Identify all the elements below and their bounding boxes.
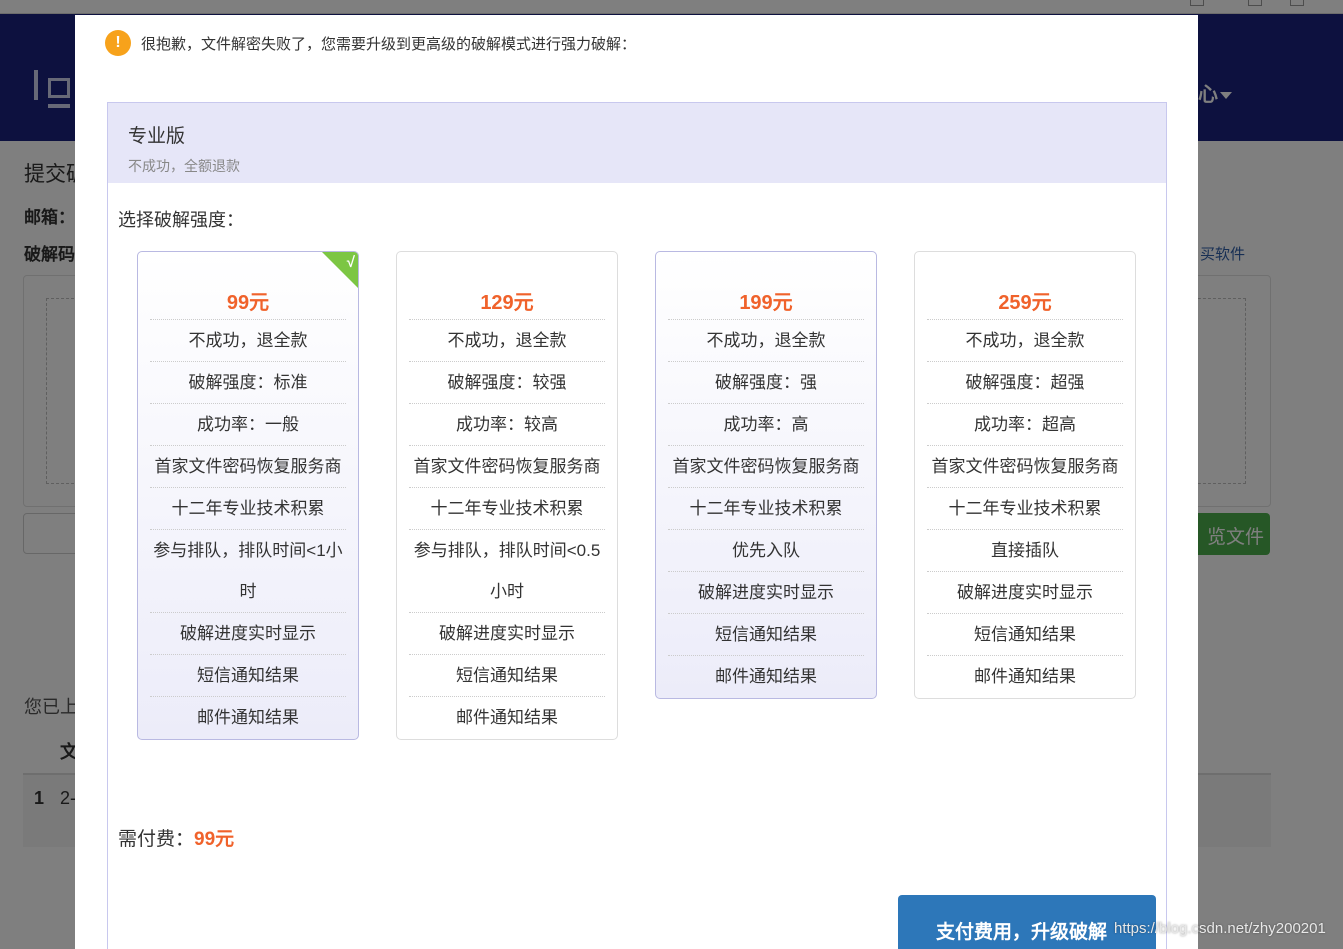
checkmark-icon: √ xyxy=(346,254,355,271)
plan-feature: 成功率：一般 xyxy=(150,404,346,446)
plan-feature: 十二年专业技术积累 xyxy=(927,488,1123,530)
plan-feature: 破解进度实时显示 xyxy=(668,572,864,614)
plan-feature: 十二年专业技术积累 xyxy=(409,488,605,530)
plan-feature: 破解进度实时显示 xyxy=(409,613,605,655)
watermark-text: https://blog.csdn.net/zhy200201 xyxy=(1114,920,1326,937)
plan-feature: 邮件通知结果 xyxy=(197,708,299,727)
plan-feature: 不成功，退全款 xyxy=(409,320,605,362)
plan-feature: 短信通知结果 xyxy=(927,614,1123,656)
payment-summary: 需付费：99元 xyxy=(118,824,234,851)
plan-card-259[interactable]: 259元 不成功，退全款 破解强度：超强 成功率：超高 首家文件密码恢复服务商 … xyxy=(914,251,1136,699)
plan-price: 199元 xyxy=(668,252,864,320)
panel-subtitle: 不成功，全额退款 xyxy=(128,158,240,174)
upgrade-modal: ! 很抱歉，文件解密失败了，您需要升级到更高级的破解模式进行强力破解： 专业版 … xyxy=(75,15,1198,949)
plan-feature: 短信通知结果 xyxy=(150,655,346,697)
plan-feature: 参与排队，排队时间<1小时 xyxy=(150,530,346,613)
plan-feature: 破解强度：较强 xyxy=(409,362,605,404)
plan-feature: 优先入队 xyxy=(668,530,864,572)
plan-feature: 短信通知结果 xyxy=(668,614,864,656)
plan-feature: 直接插队 xyxy=(927,530,1123,572)
notice-text: 很抱歉，文件解密失败了，您需要升级到更高级的破解模式进行强力破解： xyxy=(141,35,637,53)
plan-feature: 首家文件密码恢复服务商 xyxy=(150,446,346,488)
plan-card-99[interactable]: √ 99元 不成功，退全款 破解强度：标准 成功率：一般 首家文件密码恢复服务商… xyxy=(137,251,359,740)
plan-feature: 首家文件密码恢复服务商 xyxy=(668,446,864,488)
panel-header: 专业版 不成功，全额退款 xyxy=(108,103,1166,183)
warning-icon: ! xyxy=(105,30,131,56)
plan-feature: 首家文件密码恢复服务商 xyxy=(927,446,1123,488)
plan-feature: 邮件通知结果 xyxy=(974,667,1076,686)
plan-feature: 破解强度：标准 xyxy=(150,362,346,404)
plan-feature: 不成功，退全款 xyxy=(150,320,346,362)
pay-amount: 99元 xyxy=(194,829,235,850)
failure-notice: ! 很抱歉，文件解密失败了，您需要升级到更高级的破解模式进行强力破解： xyxy=(105,30,636,56)
plan-feature: 破解强度：强 xyxy=(668,362,864,404)
plan-feature: 破解进度实时显示 xyxy=(150,613,346,655)
pro-edition-panel: 专业版 不成功，全额退款 选择破解强度： √ 99元 不成功，退全款 破解强度：… xyxy=(107,102,1167,949)
plan-feature: 短信通知结果 xyxy=(409,655,605,697)
plan-price: 129元 xyxy=(409,252,605,320)
plan-feature: 成功率：较高 xyxy=(409,404,605,446)
plan-feature: 成功率：高 xyxy=(668,404,864,446)
plan-feature: 不成功，退全款 xyxy=(668,320,864,362)
plan-price: 259元 xyxy=(927,252,1123,320)
plan-feature: 邮件通知结果 xyxy=(456,708,558,727)
plan-price: 99元 xyxy=(150,252,346,320)
plan-feature: 邮件通知结果 xyxy=(715,667,817,686)
pay-label: 需付费： xyxy=(118,829,195,850)
plan-feature: 成功率：超高 xyxy=(927,404,1123,446)
plan-feature: 十二年专业技术积累 xyxy=(668,488,864,530)
plan-feature: 参与排队，排队时间<0.5小时 xyxy=(409,530,605,613)
plan-card-199[interactable]: 199元 不成功，退全款 破解强度：强 成功率：高 首家文件密码恢复服务商 十二… xyxy=(655,251,877,699)
plan-feature: 首家文件密码恢复服务商 xyxy=(409,446,605,488)
choose-strength-label: 选择破解强度： xyxy=(118,210,244,230)
plan-card-129[interactable]: 129元 不成功，退全款 破解强度：较强 成功率：较高 首家文件密码恢复服务商 … xyxy=(396,251,618,740)
plan-feature: 不成功，退全款 xyxy=(927,320,1123,362)
panel-title: 专业版 xyxy=(128,126,186,147)
plan-feature: 破解进度实时显示 xyxy=(927,572,1123,614)
plan-feature: 破解强度：超强 xyxy=(927,362,1123,404)
plan-feature: 十二年专业技术积累 xyxy=(150,488,346,530)
